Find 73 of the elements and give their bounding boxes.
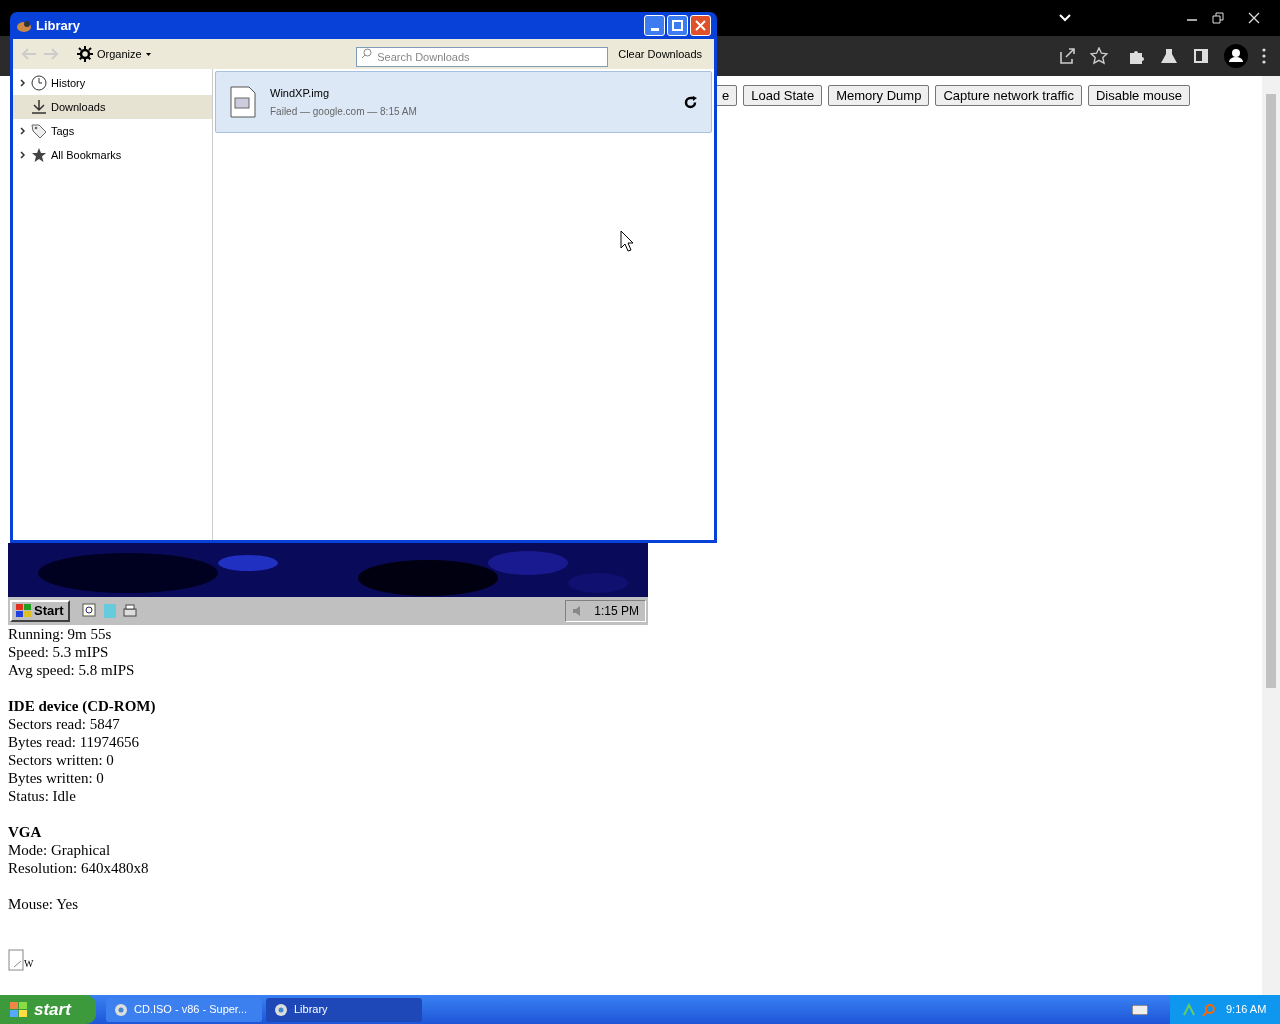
- scrollbar[interactable]: [1262, 76, 1280, 995]
- stat-line: Bytes written: 0: [8, 769, 105, 787]
- search-icon: [361, 48, 373, 59]
- stat-line: Running: 9m 55s: [8, 625, 113, 643]
- clock: 9:16 AM: [1226, 1002, 1267, 1018]
- download-icon: [31, 99, 47, 115]
- section-heading: VGA: [8, 823, 43, 841]
- gear-icon: [77, 46, 93, 62]
- page-button[interactable]: Capture network traffic: [935, 85, 1082, 106]
- star-icon: [31, 147, 47, 163]
- taskbar-button[interactable]: CD.ISO - v86 - Super...: [106, 997, 262, 1022]
- keyboard-icon[interactable]: [1132, 1004, 1148, 1015]
- side-panel-icon[interactable]: [1192, 47, 1210, 65]
- alt-text: W: [24, 957, 34, 971]
- page-button[interactable]: Load State: [743, 85, 823, 106]
- sidebar-item[interactable]: Tags: [13, 119, 212, 143]
- maximize-icon: [672, 20, 683, 31]
- retry-icon[interactable]: [684, 95, 697, 109]
- download-item[interactable]: WindXP.img Failed — google.com — 8:15 AM: [215, 71, 712, 133]
- clock-icon: [31, 75, 47, 91]
- file-name: WindXP.img: [270, 86, 331, 102]
- app-icon: [274, 1002, 288, 1017]
- caret-icon: [145, 52, 151, 56]
- more-icon[interactable]: [1262, 48, 1266, 64]
- sidebar-item[interactable]: Downloads: [13, 95, 212, 119]
- share-icon[interactable]: [1058, 47, 1076, 65]
- windows-logo-icon: [10, 1001, 28, 1018]
- close-icon: [695, 20, 706, 31]
- flask-icon[interactable]: [1160, 47, 1178, 65]
- mouse-cursor-icon: [620, 230, 634, 252]
- printer-icon[interactable]: [121, 603, 138, 619]
- profile-icon[interactable]: [1224, 44, 1248, 68]
- magnifier-icon[interactable]: [81, 603, 98, 619]
- expander-icon[interactable]: [19, 79, 27, 87]
- expander-icon[interactable]: [19, 127, 27, 135]
- page-button[interactable]: Disable mouse: [1087, 85, 1190, 106]
- broken-image-icon: [8, 949, 24, 971]
- stat-line: Mode: Graphical: [8, 841, 112, 859]
- minimize-icon: [650, 28, 659, 31]
- taskbar-button[interactable]: Library: [266, 997, 422, 1022]
- start-button[interactable]: Start: [10, 600, 70, 622]
- section-heading: IDE device (CD-ROM): [8, 697, 157, 715]
- window-title: Library: [36, 16, 81, 35]
- search-field[interactable]: Search Downloads: [356, 47, 609, 67]
- download-status: Failed — google.com — 8:15 AM: [270, 104, 418, 119]
- stat-line: Mouse: Yes: [8, 895, 80, 913]
- close-button[interactable]: [690, 15, 711, 36]
- clear-downloads-button[interactable]: Clear Downloads: [614, 45, 706, 63]
- chevron-down-icon[interactable]: [1058, 13, 1072, 23]
- restore-icon[interactable]: [1212, 12, 1224, 24]
- stat-line: Sectors read: 5847: [8, 715, 121, 733]
- stat-line: Avg speed: 5.8 mIPS: [8, 661, 136, 679]
- stat-line: Status: Idle: [8, 787, 77, 805]
- close-icon[interactable]: [1248, 12, 1260, 24]
- stat-line: Sectors written: 0: [8, 751, 115, 769]
- app-icon: [114, 1002, 128, 1017]
- clock: 1:15 PM: [594, 603, 639, 620]
- sidebar-item[interactable]: History: [13, 71, 212, 95]
- stat-line: Speed: 5.3 mIPS: [8, 643, 110, 661]
- tag-icon: [31, 123, 47, 139]
- file-icon: [230, 86, 256, 118]
- minimize-button[interactable]: [644, 15, 665, 36]
- stat-line: Bytes read: 11974656: [8, 733, 141, 751]
- page-button[interactable]: Memory Dump: [828, 85, 930, 106]
- stat-line: Resolution: 640x480x8: [8, 859, 150, 877]
- sidebar-item[interactable]: All Bookmarks: [13, 143, 212, 167]
- expander-icon[interactable]: [19, 151, 27, 159]
- start-button[interactable]: start: [0, 995, 96, 1024]
- app-icon: [16, 18, 32, 33]
- maximize-button[interactable]: [667, 15, 688, 36]
- organize-button[interactable]: Organize: [77, 45, 151, 63]
- star-icon[interactable]: [1090, 47, 1108, 65]
- windows-logo-icon: [16, 604, 32, 618]
